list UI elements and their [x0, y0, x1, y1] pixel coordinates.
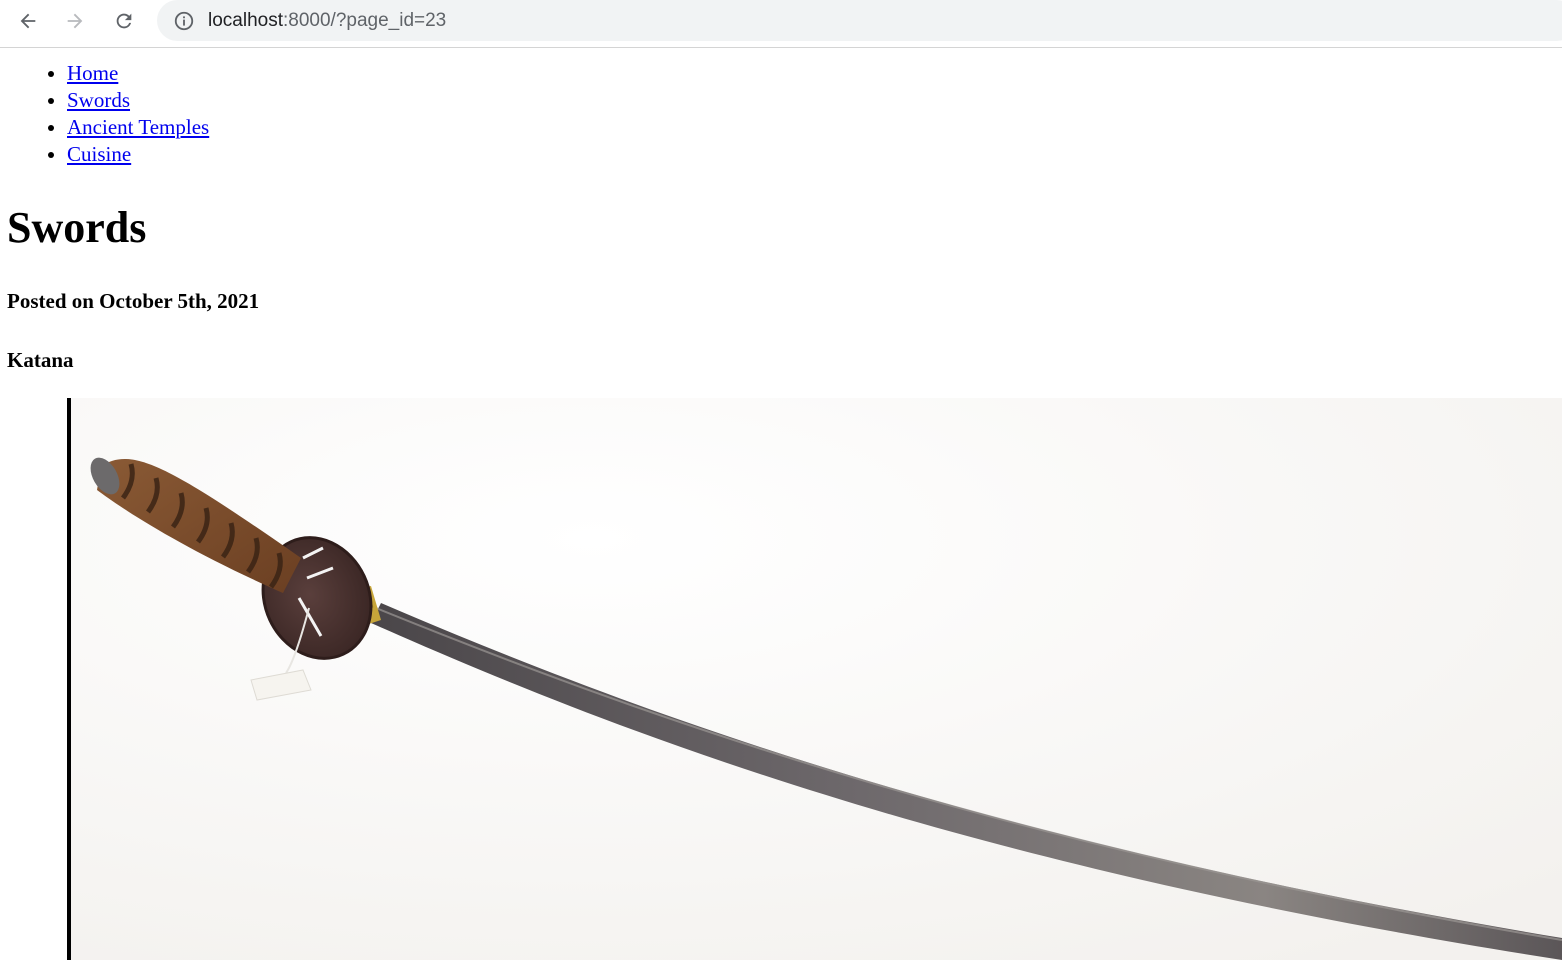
back-button[interactable] [13, 6, 43, 36]
reload-button[interactable] [109, 6, 139, 36]
menu-link-home[interactable]: Home [67, 61, 118, 85]
arrow-right-icon [67, 13, 83, 29]
page-title: Swords [7, 203, 147, 252]
reload-icon [116, 13, 132, 29]
page-content: Home Swords Ancient Temples Cuisine Swor… [0, 48, 1562, 960]
menu-item-swords: Swords [67, 87, 1562, 114]
menu-link-ancient-temples[interactable]: Ancient Temples [67, 115, 209, 139]
forward-button[interactable] [60, 6, 90, 36]
menu-item-home: Home [67, 60, 1562, 87]
url-path: :8000/?page_id=23 [283, 10, 447, 31]
menu-item-cuisine: Cuisine [67, 141, 1562, 168]
address-bar[interactable]: localhost:8000/?page_id=23 [157, 0, 1562, 41]
site-menu: Home Swords Ancient Temples Cuisine [0, 60, 1562, 168]
info-icon[interactable] [173, 10, 195, 32]
image-blockquote [67, 398, 1562, 960]
post-date: Posted on October 5th, 2021 [7, 289, 260, 313]
section-heading: Katana [7, 348, 74, 372]
url-host: localhost [208, 10, 283, 31]
menu-link-cuisine[interactable]: Cuisine [67, 142, 131, 166]
katana-image [71, 398, 1562, 960]
browser-toolbar: localhost:8000/?page_id=23 [0, 0, 1562, 48]
arrow-left-icon [20, 13, 36, 29]
url-text[interactable]: localhost:8000/?page_id=23 [208, 9, 446, 32]
menu-item-ancient-temples: Ancient Temples [67, 114, 1562, 141]
menu-link-swords[interactable]: Swords [67, 88, 130, 112]
